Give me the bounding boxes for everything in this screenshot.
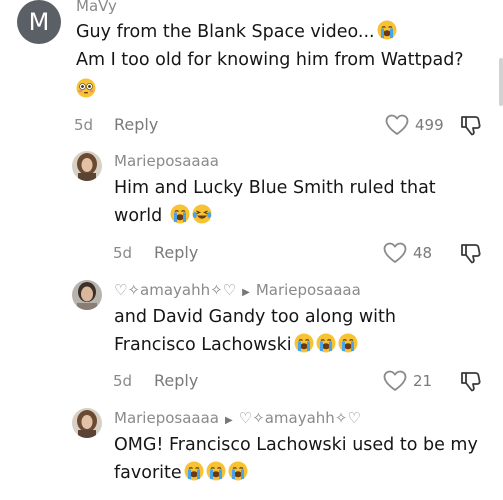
- comment-username[interactable]: Marieposaaaa: [114, 409, 219, 427]
- comment-text: OMG! Francisco Lachowski used to be my: [114, 435, 478, 455]
- like-count: 21: [413, 372, 433, 390]
- flushed-face-emoji: [76, 78, 96, 98]
- scrollbar-thumb[interactable]: [499, 58, 503, 106]
- loudly-crying-face-emoji: [338, 333, 358, 353]
- avatar[interactable]: [72, 280, 102, 310]
- loudly-crying-face-emoji: [206, 461, 226, 481]
- thumbs-down-outline-icon[interactable]: [460, 242, 482, 264]
- avatar[interactable]: M: [17, 0, 61, 44]
- reply-button[interactable]: Reply: [154, 371, 198, 390]
- comment-timestamp: 5d: [113, 244, 133, 262]
- reply-arrow-icon: ▶: [224, 415, 233, 426]
- loudly-crying-face-emoji: [228, 461, 248, 481]
- comment-text: and David Gandy too along with: [114, 307, 396, 327]
- reply-button[interactable]: Reply: [114, 115, 158, 134]
- avatar[interactable]: [72, 151, 102, 181]
- thumbs-down-outline-icon[interactable]: [460, 114, 482, 136]
- loudly-crying-face-emoji: [184, 461, 204, 481]
- like-button[interactable]: 499: [385, 114, 444, 136]
- loudly-crying-face-emoji: [170, 204, 190, 224]
- comment-text-line-2: world: [114, 202, 212, 231]
- like-button[interactable]: 48: [383, 242, 432, 264]
- face-with-tears-of-joy-emoji: [192, 204, 212, 224]
- avatar[interactable]: [72, 408, 102, 438]
- comment-username[interactable]: MaVy: [76, 0, 117, 15]
- reply-to-username[interactable]: ♡✧amayahh✧♡: [239, 409, 361, 427]
- comment-text-line-2: favorite: [114, 459, 248, 488]
- reply-button[interactable]: Reply: [154, 243, 198, 262]
- heart-outline-icon: [383, 242, 407, 264]
- comment-username-line: Marieposaaaa ▶ ♡✧amayahh✧♡: [114, 409, 361, 427]
- comment-username-line: ♡✧amayahh✧♡ ▶ Marieposaaaa: [114, 281, 361, 299]
- like-count: 499: [415, 116, 444, 134]
- comment-text: Guy from the Blank Space video...: [76, 18, 397, 47]
- like-count: 48: [413, 244, 433, 262]
- comment-text: Him and Lucky Blue Smith ruled that: [114, 178, 436, 198]
- heart-outline-icon: [385, 114, 409, 136]
- comment-text-line-2: Am I too old for knowing him from Wattpa…: [76, 50, 464, 70]
- heart-outline-icon: [383, 370, 407, 392]
- like-button[interactable]: 21: [383, 370, 432, 392]
- comment-text-line-2: Francisco Lachowski: [114, 331, 358, 360]
- comment-text-line-3: [76, 76, 96, 105]
- loudly-crying-face-emoji: [316, 333, 336, 353]
- comment-timestamp: 5d: [74, 116, 94, 134]
- reply-arrow-icon: ▶: [242, 287, 250, 298]
- loudly-crying-face-emoji: [377, 20, 397, 40]
- comment-username[interactable]: ♡✧amayahh✧♡: [114, 281, 236, 299]
- comment-timestamp: 5d: [113, 372, 133, 390]
- reply-to-username[interactable]: Marieposaaaa: [256, 281, 361, 299]
- thumbs-down-outline-icon[interactable]: [460, 370, 482, 392]
- comment-username[interactable]: Marieposaaaa: [114, 152, 219, 170]
- loudly-crying-face-emoji: [294, 333, 314, 353]
